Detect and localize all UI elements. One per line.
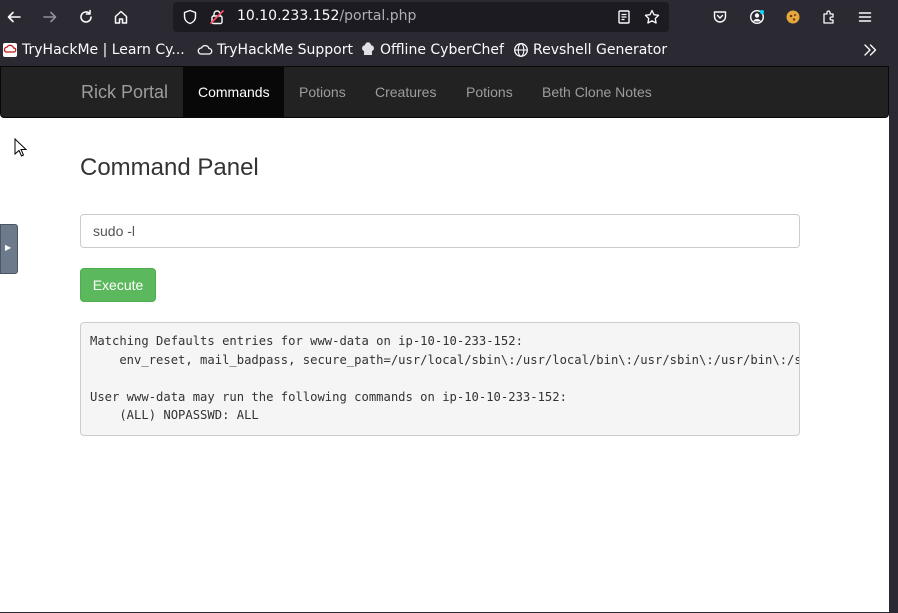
command-output: Matching Defaults entries for www-data o… — [80, 322, 800, 436]
url-path: /portal.php — [339, 8, 417, 24]
extensions-puzzle-icon[interactable] — [817, 5, 841, 29]
bookmark-tryhackme[interactable]: TryHackMe | Learn Cy... — [2, 41, 185, 59]
nav-item-commands[interactable]: Commands — [183, 67, 284, 117]
web-page: Rick Portal Commands Potions Creatures P… — [0, 66, 889, 612]
nav-item-potions[interactable]: Potions — [284, 67, 361, 117]
window-edge — [889, 66, 898, 613]
reader-view-icon[interactable] — [616, 9, 632, 25]
bookmark-label: Offline CyberChef — [380, 42, 504, 58]
bookmark-star-icon[interactable] — [644, 9, 660, 25]
menu-icon[interactable] — [853, 5, 877, 29]
bookmark-label: TryHackMe Support — [217, 42, 353, 58]
mouse-cursor-icon — [14, 138, 28, 157]
navbar: Rick Portal Commands Potions Creatures P… — [0, 66, 889, 118]
url-host: 10.10.233.152 — [237, 8, 340, 24]
bookmark-label: Revshell Generator — [533, 42, 668, 58]
globe-icon — [513, 42, 529, 58]
navbar-brand[interactable]: Rick Portal — [81, 82, 168, 103]
url-text[interactable]: 10.10.233.152/portal.php — [237, 8, 416, 24]
nav-item-potions-2[interactable]: Potions — [451, 67, 528, 117]
pocket-icon[interactable] — [708, 5, 732, 29]
play-arrow-icon: ▶ — [5, 243, 12, 252]
extension-icon[interactable] — [781, 5, 805, 29]
nav-item-beth-clone-notes[interactable]: Beth Clone Notes — [527, 67, 667, 117]
nav-item-creatures[interactable]: Creatures — [360, 67, 451, 117]
tryhackme-icon — [2, 42, 18, 58]
url-bar[interactable]: 10.10.233.152/portal.php — [173, 2, 669, 32]
bookmark-offline-cyberchef[interactable]: Offline CyberChef — [360, 41, 504, 59]
chevron-double-right-icon[interactable] — [862, 42, 878, 62]
command-input[interactable] — [80, 214, 800, 248]
home-icon[interactable] — [109, 5, 133, 29]
browser-toolbar: 10.10.233.152/portal.php — [0, 0, 898, 34]
insecure-lock-icon[interactable] — [209, 9, 225, 25]
bookmarks-bar: TryHackMe | Learn Cy... TryHackMe Suppor… — [0, 34, 898, 66]
account-icon[interactable] — [745, 5, 769, 29]
cloud-icon — [197, 42, 213, 58]
execute-button[interactable]: Execute — [80, 268, 156, 302]
reload-icon[interactable] — [74, 5, 98, 29]
bookmark-label: TryHackMe | Learn Cy... — [22, 42, 185, 58]
back-arrow-icon[interactable] — [2, 5, 26, 29]
bookmark-tryhackme-support[interactable]: TryHackMe Support — [197, 41, 353, 59]
page-title: Command Panel — [80, 154, 259, 181]
chef-icon — [360, 42, 376, 58]
forward-arrow-icon[interactable] — [38, 5, 62, 29]
sidebar-toggle-tab[interactable]: ▶ — [0, 224, 18, 274]
shield-icon[interactable] — [182, 9, 198, 25]
bookmark-revshell-generator[interactable]: Revshell Generator — [513, 41, 667, 59]
